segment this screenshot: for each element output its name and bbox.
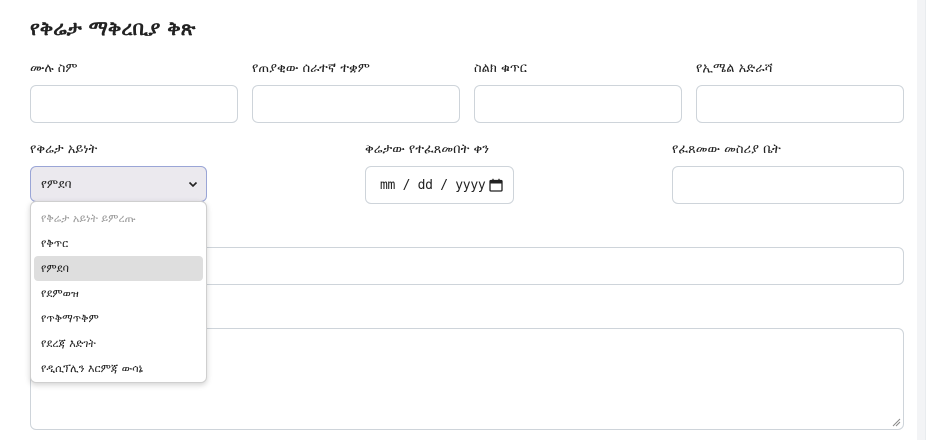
page-gutter (917, 0, 925, 440)
form-title: የቅሬታ ማቅረቢያ ቅጽ (30, 16, 196, 40)
complaint-type-option-selected[interactable]: የምደባ (34, 256, 203, 281)
full-name-input[interactable] (30, 85, 238, 123)
email-input[interactable] (696, 85, 904, 123)
complaint-type-option[interactable]: የደምወዝ (34, 281, 203, 306)
complaint-type-option[interactable]: የዲሲፕሊን እርምጃ ውሳኔ (34, 356, 203, 381)
complaint-date-placeholder: mm / dd / yyyy (380, 177, 486, 193)
phone-input[interactable] (474, 85, 682, 123)
resize-grip-icon[interactable] (891, 417, 901, 427)
complaint-type-dropdown: የቅሬታ አይነት ይምረጡ የቅጥር የምደባ የደምወዝ የጥቅማጥቅም የ… (30, 201, 207, 383)
phone-label: ስልክ ቁጥር (474, 61, 527, 76)
complaint-type-option[interactable]: የጥቅማጥቅም (34, 306, 203, 331)
complaint-type-option[interactable]: የቅጥር (34, 231, 203, 256)
complaint-form-page: የቅሬታ ማቅረቢያ ቅጽ ሙሉ ስም የጠያቂው ሰራተኛ ተቋም ስልክ ቁ… (0, 0, 926, 440)
complaint-type-selected-value: የምደባ (41, 176, 72, 191)
complaint-type-option[interactable]: የደረጃ እድገት (34, 331, 203, 356)
employee-position-input[interactable] (252, 85, 460, 123)
office-label: የፈጸመው መስሪያ ቤት (672, 142, 781, 157)
full-name-label: ሙሉ ስም (30, 61, 78, 76)
complaint-type-option[interactable]: የቅሬታ አይነት ይምረጡ (34, 206, 203, 231)
complaint-date-input[interactable]: mm / dd / yyyy (365, 166, 514, 204)
email-label: የኢሜል አድራሻ (696, 61, 773, 76)
complaint-type-label: የቅሬታ አይነት (30, 142, 98, 157)
complaint-type-select[interactable]: የምደባ (30, 166, 207, 202)
complaint-date-label: ቅሬታው የተፈጸመበት ቀን (365, 142, 490, 157)
chevron-down-icon (188, 181, 198, 188)
calendar-icon[interactable] (489, 178, 503, 192)
employee-position-label: የጠያቂው ሰራተኛ ተቋም (252, 61, 370, 76)
office-input[interactable] (672, 166, 904, 204)
